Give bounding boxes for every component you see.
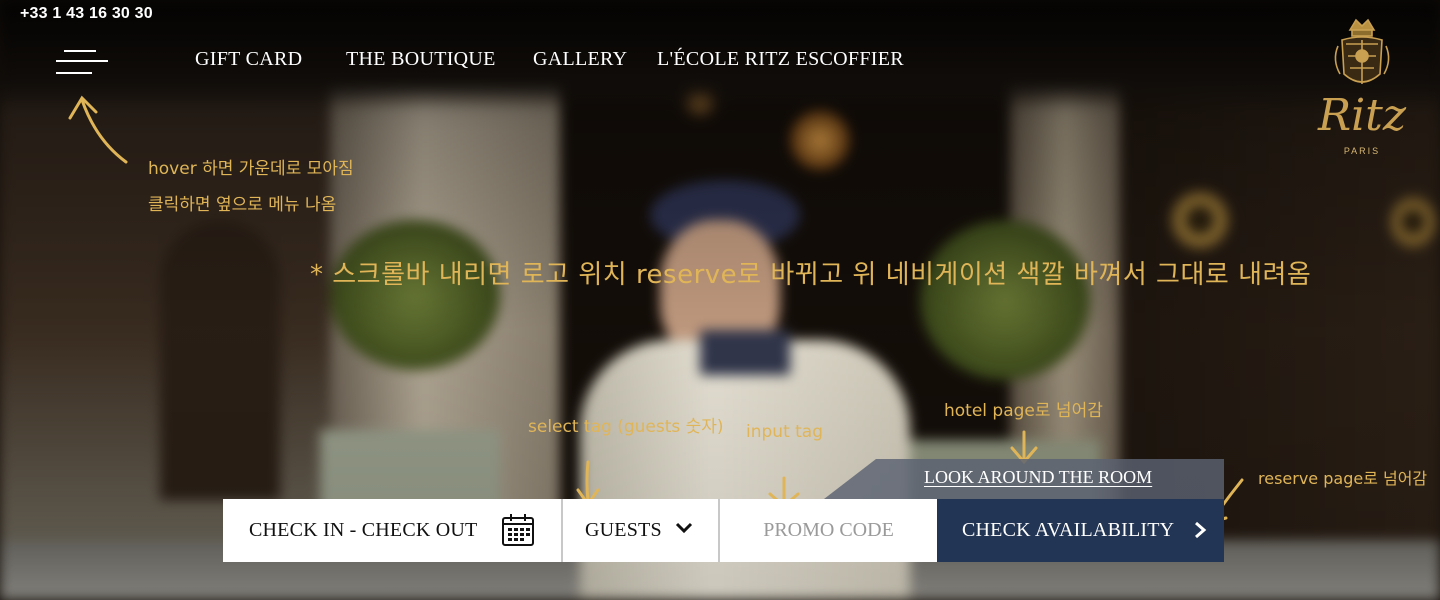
nav-gallery[interactable]: GALLERY: [533, 48, 627, 71]
look-around-link[interactable]: LOOK AROUND THE ROOM: [924, 467, 1152, 488]
annotation-hotel-page: hotel page로 넘어감: [944, 401, 1103, 421]
check-availability-button[interactable]: CHECK AVAILABILITY: [937, 499, 1224, 562]
check-availability-label: CHECK AVAILABILITY: [962, 519, 1175, 541]
menu-icon-line: [64, 50, 96, 52]
annotation-select-tag: select tag (guests 숫자): [528, 417, 724, 437]
nav-the-boutique[interactable]: THE BOUTIQUE: [346, 48, 496, 71]
annotation-reserve-page: reserve page로 넘어감: [1258, 469, 1428, 488]
guests-label: GUESTS: [585, 519, 662, 541]
nav-ecole-ritz-escoffier[interactable]: L'ÉCOLE RITZ ESCOFFIER: [657, 48, 904, 71]
logo-wordmark[interactable]: Ritz: [1300, 94, 1424, 138]
chevron-down-icon: [675, 522, 693, 534]
promo-code-field[interactable]: [720, 499, 937, 562]
menu-icon-line: [56, 72, 92, 74]
logo-subtitle: PARIS: [1343, 146, 1381, 156]
calendar-icon[interactable]: [501, 513, 535, 547]
annotation-scroll-note: * 스크롤바 내리면 로고 위치 reserve로 바뀌고 위 네비게이션 색깔…: [310, 260, 1312, 290]
date-picker-label: CHECK IN - CHECK OUT: [249, 519, 478, 541]
date-picker-field[interactable]: CHECK IN - CHECK OUT: [223, 499, 563, 562]
menu-icon-line: [56, 60, 108, 62]
phone-number[interactable]: +33 1 43 16 30 30: [20, 5, 153, 23]
booking-bar: CHECK IN - CHECK OUT GUESTS CHECK AVAILA…: [223, 499, 1224, 562]
chevron-right-icon: [1195, 521, 1207, 539]
guests-select[interactable]: GUESTS: [563, 499, 720, 562]
nav-gift-card[interactable]: GIFT CARD: [195, 48, 302, 71]
annotation-menu-click: 클릭하면 옆으로 메뉴 나옴: [148, 195, 337, 215]
menu-button[interactable]: [54, 48, 110, 78]
promo-code-input[interactable]: [736, 518, 921, 543]
annotation-input-tag: input tag: [746, 422, 824, 442]
annotation-menu-hover: hover 하면 가운데로 모아짐: [148, 159, 354, 179]
